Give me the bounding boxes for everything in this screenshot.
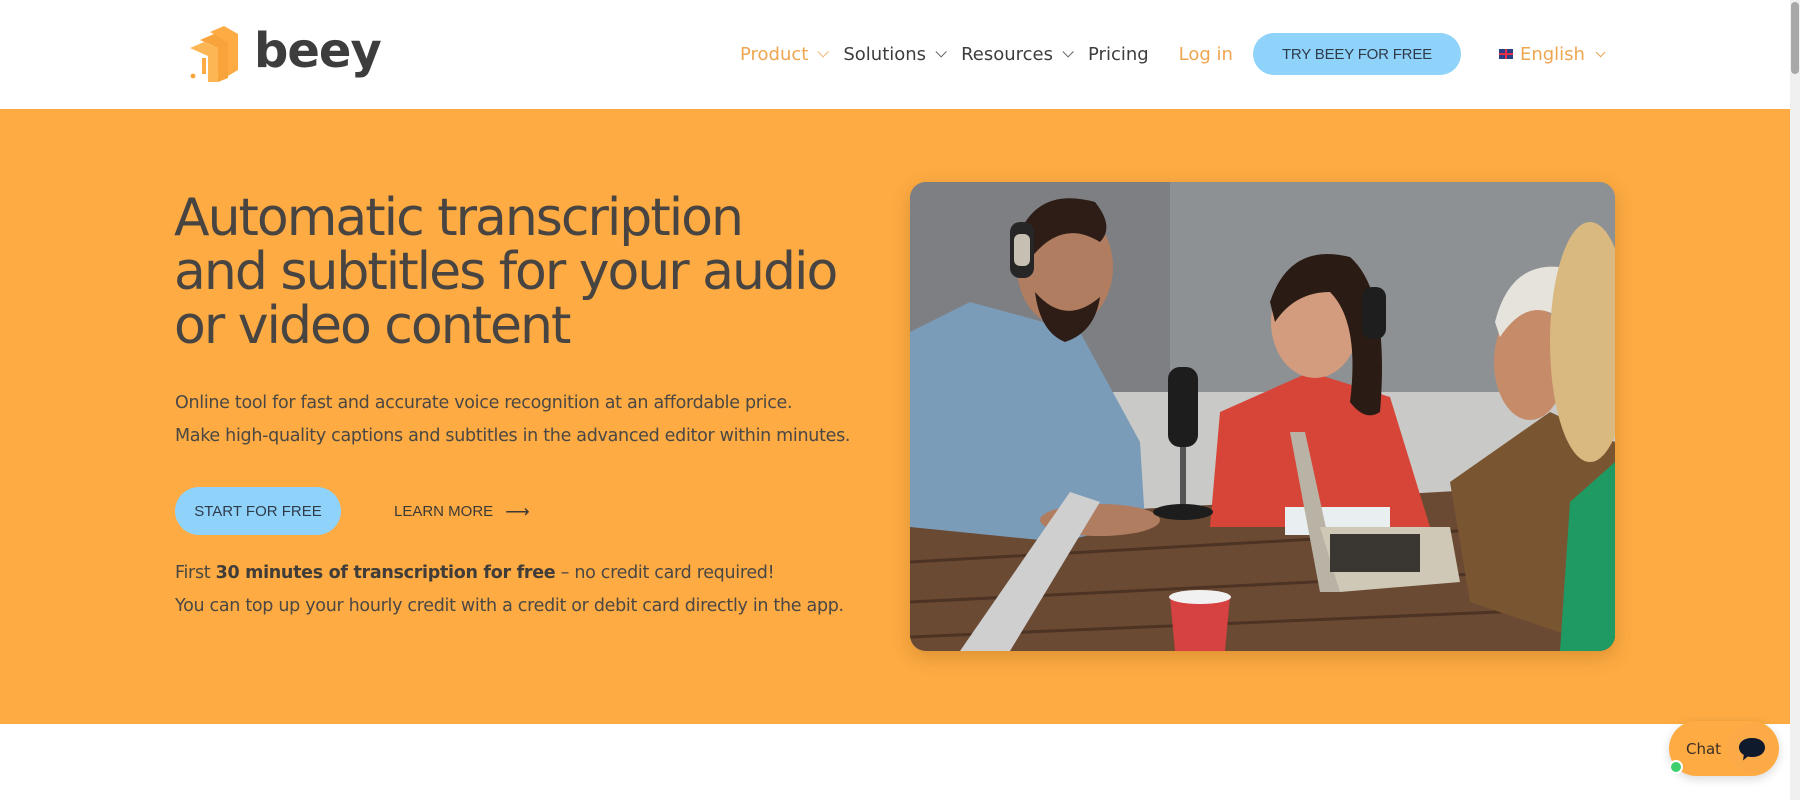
main-nav: Product Solutions Resources Pricing Log … xyxy=(740,33,1606,75)
page: beey Product Solutions Resources Pricing… xyxy=(0,0,1790,800)
chevron-down-icon xyxy=(1062,46,1074,58)
top-up-line: You can top up your hourly credit with a… xyxy=(175,596,844,616)
nav-item-pricing[interactable]: Pricing xyxy=(1088,44,1149,65)
nav-item-product[interactable]: Product xyxy=(740,43,830,65)
logo-text: beey xyxy=(254,23,382,79)
chevron-down-icon xyxy=(1595,46,1606,57)
try-beey-free-button[interactable]: TRY BEEY FOR FREE xyxy=(1252,33,1461,75)
hero-description: Online tool for fast and accurate voice … xyxy=(175,387,850,453)
site-header: beey Product Solutions Resources Pricing… xyxy=(0,0,1790,109)
uk-flag-icon xyxy=(1498,49,1513,59)
nav-label: Pricing xyxy=(1088,43,1149,65)
note-suffix: – no credit card required! xyxy=(555,563,775,583)
chevron-down-icon xyxy=(817,46,830,58)
language-label: English xyxy=(1519,43,1585,65)
hero-title-line: and subtitles for your audio xyxy=(174,242,838,302)
chevron-down-icon xyxy=(935,46,947,58)
hero-title-line: or video content xyxy=(174,296,571,356)
nav-label: Resources xyxy=(961,43,1053,65)
nav-label: Solutions xyxy=(843,43,927,65)
language-selector[interactable]: English xyxy=(1498,43,1606,65)
hero-section: Automatic transcription and subtitles fo… xyxy=(0,109,1790,724)
chat-widget-button[interactable]: Chat xyxy=(1669,721,1779,776)
note-prefix: First xyxy=(175,563,216,583)
learn-more-label: LEARN MORE xyxy=(394,502,494,520)
free-trial-note: First 30 minutes of transcription for fr… xyxy=(175,557,844,623)
nav-item-resources[interactable]: Resources xyxy=(961,43,1074,65)
chat-bubble-icon xyxy=(1727,724,1776,773)
start-for-free-button[interactable]: START FOR FREE xyxy=(175,487,341,535)
nav-item-solutions[interactable]: Solutions xyxy=(843,43,947,65)
chat-label: Chat xyxy=(1686,739,1722,758)
hero-description-line: Online tool for fast and accurate voice … xyxy=(175,393,793,413)
beey-logo-icon xyxy=(188,26,242,82)
hero-image xyxy=(910,182,1615,651)
nav-label: Product xyxy=(740,43,809,65)
hero-actions: START FOR FREE LEARN MORE ⟶ xyxy=(175,487,530,535)
page-scrollbar[interactable] xyxy=(1790,0,1800,800)
note-highlight: 30 minutes of transcription for free xyxy=(215,563,556,583)
free-trial-line: First 30 minutes of transcription for fr… xyxy=(175,557,844,590)
hero-title: Automatic transcription and subtitles fo… xyxy=(174,191,874,353)
podcast-photo-illustration xyxy=(910,182,1615,651)
arrow-right-icon: ⟶ xyxy=(505,501,530,521)
beey-logo[interactable]: beey xyxy=(188,23,382,82)
scrollbar-thumb[interactable] xyxy=(1791,2,1799,74)
hero-title-line: Automatic transcription xyxy=(174,188,744,248)
learn-more-link[interactable]: LEARN MORE ⟶ xyxy=(394,503,530,520)
hero-description-line: Make high-quality captions and subtitles… xyxy=(175,426,851,446)
online-status-indicator xyxy=(1669,760,1683,774)
login-link[interactable]: Log in xyxy=(1179,44,1233,65)
